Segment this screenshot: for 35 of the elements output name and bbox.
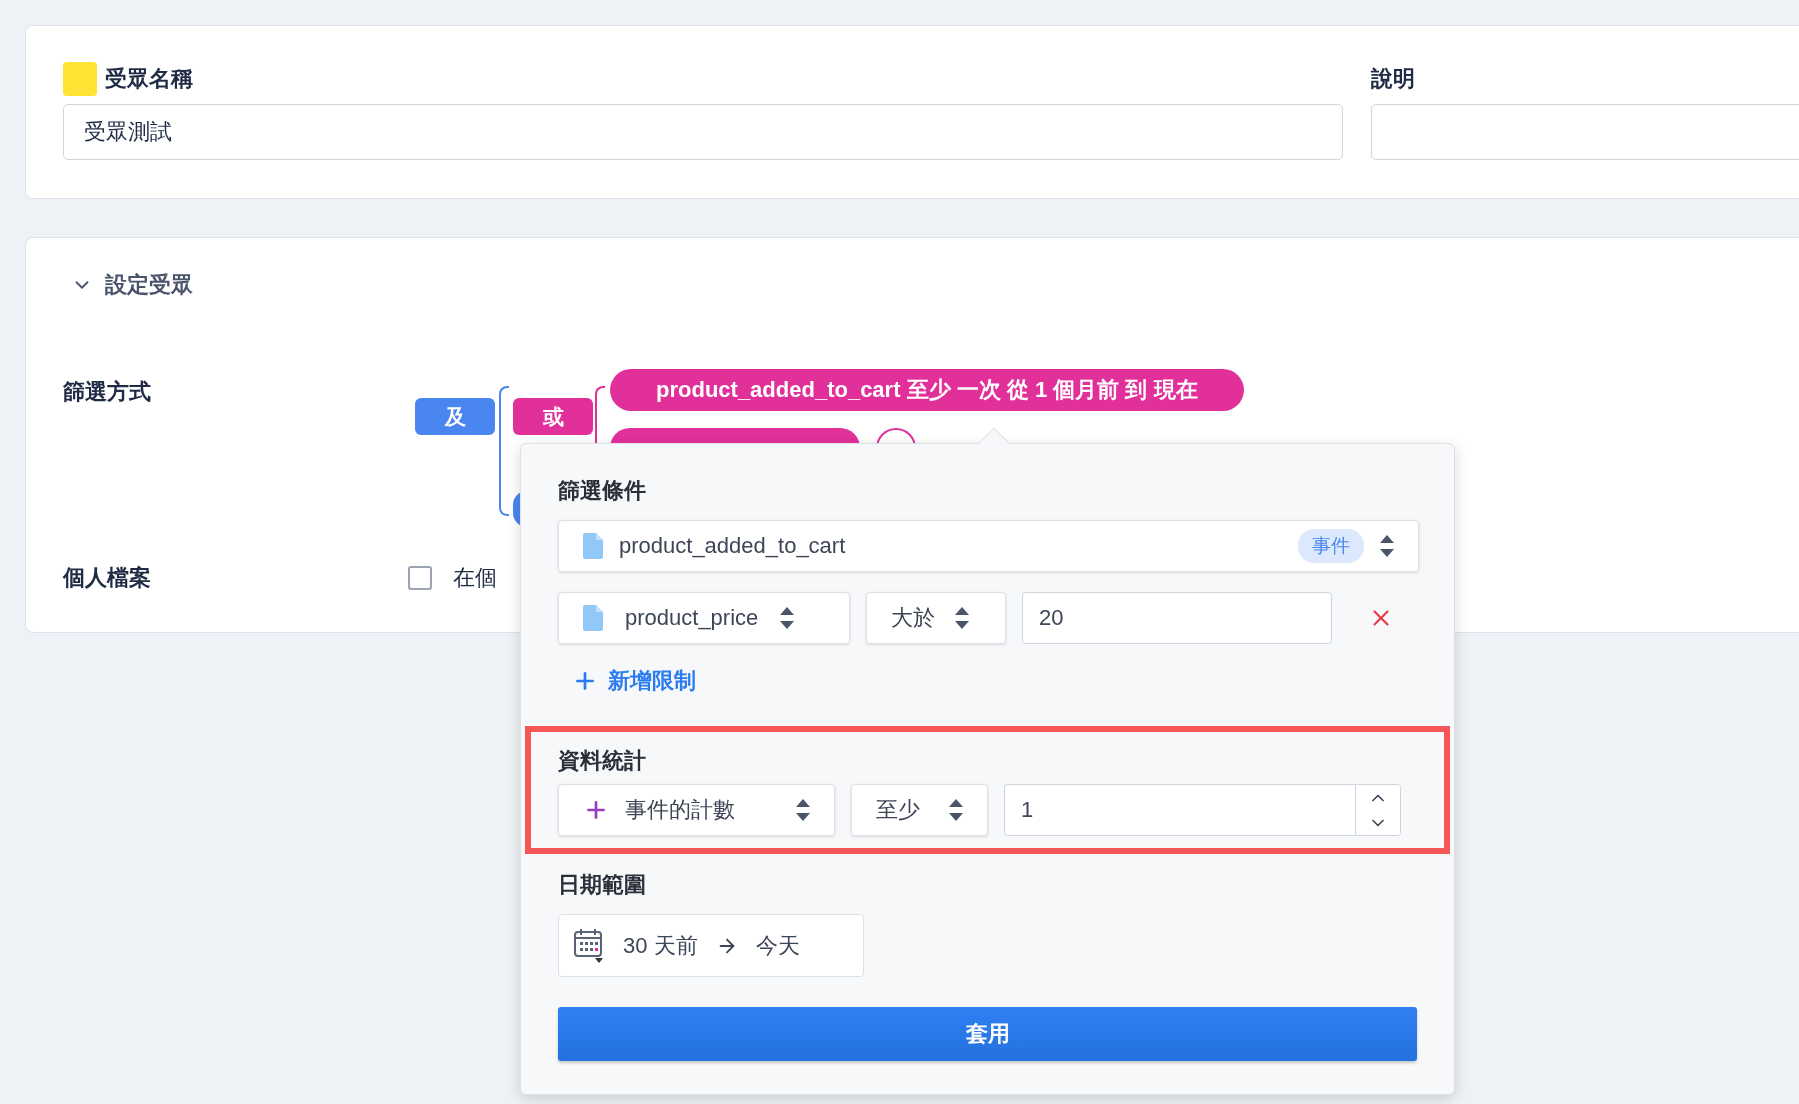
popover-title: 篩選條件 [558,477,647,505]
sort-icon [1380,535,1394,557]
section-heading: 日期範圍 [558,871,647,899]
event-badge: 事件 [1298,529,1364,563]
metric-select[interactable]: 事件的計數 [558,784,835,836]
file-icon [583,605,603,631]
field-label: 說明 [1371,65,1415,93]
sort-icon [949,799,963,821]
add-constraint-link[interactable]: 新增限制 [558,664,1417,698]
color-swatch[interactable] [63,62,97,96]
checkbox[interactable] [408,566,432,590]
checkbox-label[interactable]: 在個 [453,563,497,593]
section-heading: 資料統計 [558,747,647,775]
sort-icon [796,799,810,821]
name-input[interactable]: 受眾測試 [63,104,1343,160]
operator-select[interactable]: 至少 [851,784,988,836]
section-title[interactable]: 設定受眾 [105,270,193,300]
row-label: 篩選方式 [63,378,152,405]
operator-pill[interactable]: 或 [513,398,593,435]
number-input[interactable]: 1 [1004,784,1355,836]
row-label: 個人檔案 [63,564,152,592]
value-input[interactable]: 20 [1022,592,1332,644]
event-select[interactable]: product_added_to_cart 事件 [558,520,1419,572]
sort-icon [955,607,969,629]
operator-select[interactable]: 大於 [866,592,1006,644]
calendar-icon[interactable] [573,927,605,964]
date-range-field[interactable]: 30 天前 今天 [558,914,864,977]
operator-pill[interactable]: 及 [415,398,495,435]
field-label: 受眾名稱 [105,65,193,93]
description-input[interactable] [1371,104,1799,160]
property-select[interactable]: product_price [558,592,850,644]
sort-icon [780,607,795,629]
apply-button[interactable]: 套用 [558,1007,1417,1061]
file-icon [583,533,603,559]
condition-chip[interactable]: product_added_to_cart 至少 一次 從 1 個月前 到 現在 [610,369,1244,411]
